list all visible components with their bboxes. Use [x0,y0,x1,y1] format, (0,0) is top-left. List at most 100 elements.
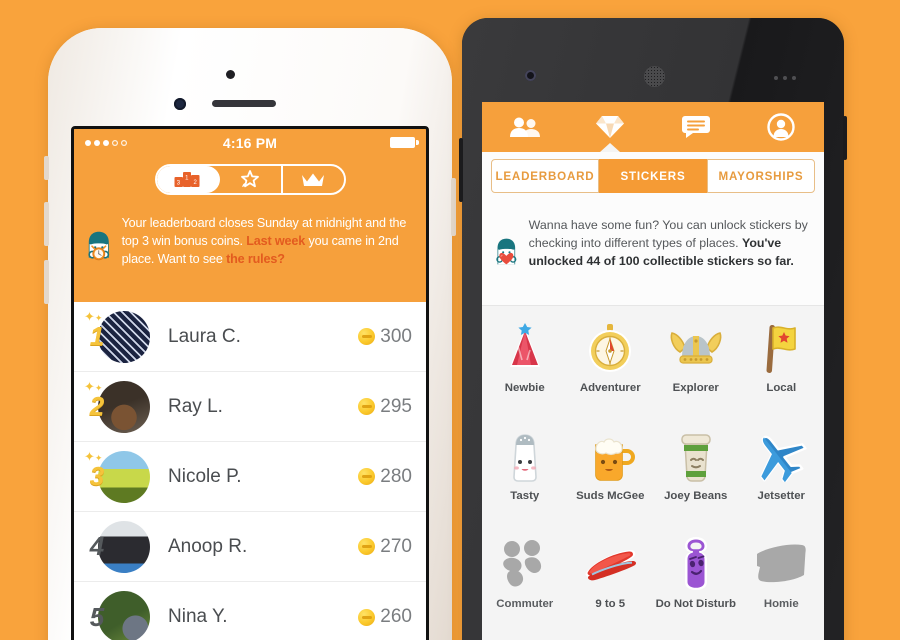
coin-icon [358,538,376,555]
table-row[interactable]: 5 Nina Y. 260 [74,582,426,640]
sticker-cell[interactable]: Adventurer [568,306,654,414]
banner-highlight-last-week[interactable]: Last week [246,234,305,248]
player-name: Nicole P. [168,465,242,487]
rank-number: 1 [89,321,105,351]
sticker-label: Newbie [504,382,545,394]
segmented-control[interactable]: 1 3 2 [154,164,346,195]
tab-stickers[interactable]: STICKERS [599,159,707,193]
podium-icon: 1 3 2 [174,172,200,187]
sticker-label: Commuter [496,598,554,610]
score-value: 300 [380,325,412,347]
leaderboard-list: ✦✦ 1 Laura C. 300 ✦✦ 2 Ray L. 295 ✦✦ 3 N… [74,302,426,640]
nav-tab-profile[interactable] [739,102,825,152]
sparkle-icon: ✦✦ [84,309,103,324]
rank-number: 5 [89,601,105,632]
android-tab-bar[interactable]: LEADERBOARD STICKERS MAYORSHIPS [482,152,824,201]
rank-number: 2 [89,391,105,421]
iphone-device: 4:16 PM 1 3 2 Your leaderboard closes Su… [44,28,456,640]
compass-icon [585,318,635,378]
android-earpiece-speaker [644,66,665,87]
sticker-splash-icon [241,169,259,187]
scalloped-divider [74,285,426,302]
commuter-icon [498,534,552,594]
android-front-camera [525,70,536,81]
coin-icon [358,328,376,345]
tab-mayorships[interactable]: MAYORSHIPS [707,159,815,193]
android-sensor-dots [774,76,796,80]
banner-link-the-rules[interactable]: the rules [226,252,277,266]
coffee-cup-icon [675,426,717,486]
beer-mug-icon [584,426,636,486]
sticker-cell[interactable] [653,630,739,640]
sticker-label: 9 to 5 [595,598,626,610]
coin-icon [358,398,376,415]
table-row[interactable]: 4 Anoop R. 270 [74,512,426,582]
sticker-cell[interactable] [739,630,825,640]
sticker-cell[interactable]: 9 to 5 [568,522,654,630]
sticker-cell-locked[interactable]: Homie [739,522,825,630]
iphone-volume-up-button[interactable] [44,202,49,246]
score: 260 [358,606,412,628]
sticker-cell[interactable]: Joey Beans [653,414,739,522]
iphone-proximity-sensor [174,98,186,110]
android-info-banner: Wanna have some fun? You can unlock stic… [482,201,824,306]
airplane-icon [753,426,809,486]
sticker-cell[interactable]: Explorer [653,306,739,414]
sticker-cell-locked[interactable]: Commuter [482,522,568,630]
banner-text: Your leaderboard closes Sunday at midnig… [122,207,414,283]
sticker-cell[interactable]: Jetsetter [739,414,825,522]
iphone-volume-down-button[interactable] [44,260,49,304]
status-bar-time: 4:16 PM [222,134,278,151]
sticker-grid: Newbie Adventurer Explorer Local Tasty S… [482,306,824,640]
house-icon [754,534,808,594]
banner-text: Wanna have some fun? You can unlock stic… [529,211,812,271]
sticker-cell[interactable]: Do Not Disturb [653,522,739,630]
score-value: 260 [380,606,412,627]
player-name: Ray L. [168,395,223,417]
segment-leaderboard[interactable]: 1 3 2 [156,166,220,193]
sparkle-icon: ✦✦ [84,379,103,394]
sticker-label: Do Not Disturb [655,598,736,610]
salt-shaker-icon [506,426,544,486]
sticker-cell[interactable]: Local [739,306,825,414]
nav-tab-rewards[interactable] [568,102,654,152]
tab-leaderboard[interactable]: LEADERBOARD [491,159,599,193]
iphone-info-banner[interactable]: Your leaderboard closes Sunday at midnig… [74,195,426,283]
iphone-screen: 4:16 PM 1 3 2 Your leaderboard closes Su… [71,126,429,640]
segment-mayorships[interactable] [283,166,344,193]
score-value: 280 [380,465,412,487]
diamond-icon [596,116,625,138]
sticker-cell[interactable]: Suds McGee [568,414,654,522]
people-icon [509,117,540,137]
android-power-button[interactable] [843,116,847,160]
nav-tab-friends[interactable] [482,102,568,152]
iphone-power-button[interactable] [451,178,456,236]
sticker-label: Tasty [510,490,540,502]
person-badge-icon [767,113,795,141]
android-volume-button[interactable] [459,138,463,202]
sticker-cell-locked[interactable] [482,630,568,640]
chat-bubble-icon [681,116,710,138]
sticker-label: Suds McGee [576,490,645,502]
coin-icon [358,608,376,626]
iphone-earpiece-speaker [212,100,276,107]
sticker-label: Joey Beans [664,490,728,502]
teal-character-with-alarm-clock-icon [88,231,110,261]
score: 295 [358,396,412,418]
iphone-silent-switch[interactable] [44,156,49,180]
score: 300 [358,326,412,348]
segment-stickers[interactable] [220,166,283,193]
party-hat-icon [503,318,547,378]
table-row[interactable]: ✦✦ 3 Nicole P. 280 [74,442,426,512]
table-row[interactable]: ✦✦ 1 Laura C. 300 [74,302,426,372]
stapler-icon [582,534,638,594]
nav-tab-messages[interactable] [653,102,739,152]
banner-text-3: ? [277,251,285,266]
iphone-header: 1 3 2 Your leaderboard closes Sunday at … [74,156,426,302]
sticker-cell[interactable]: Newbie [482,306,568,414]
sticker-label: Jetsetter [757,490,806,502]
sticker-cell[interactable]: Tasty [482,414,568,522]
player-name: Laura C. [168,325,241,347]
sticker-cell-locked[interactable] [568,630,654,640]
table-row[interactable]: ✦✦ 2 Ray L. 295 [74,372,426,442]
